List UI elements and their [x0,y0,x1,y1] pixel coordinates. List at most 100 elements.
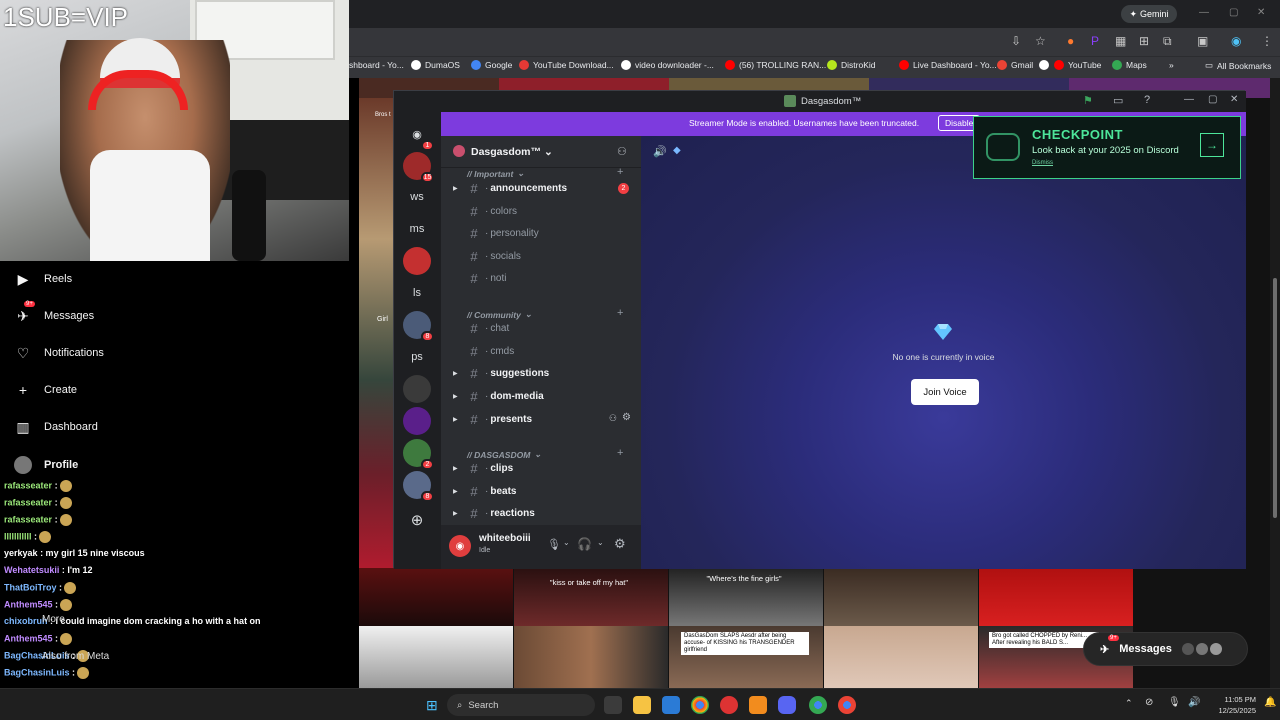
bookmark-item[interactable]: Maps [1112,60,1147,70]
video-thumbnail[interactable] [514,626,668,688]
server-icon[interactable]: 2 [403,439,434,470]
help-icon[interactable]: ? [1144,94,1150,106]
minimize-icon[interactable]: — [1184,94,1194,105]
nav-profile[interactable]: Profile [14,455,78,475]
channel-personality[interactable]: # · personality [453,224,635,242]
server-icon[interactable]: ls [403,279,431,307]
discord-home-button[interactable]: ◉ 1 [403,120,434,151]
channel-chat[interactable]: # · chat [453,319,635,337]
all-bookmarks[interactable]: ▭ All Bookmarks [1205,60,1271,71]
checkpoint-popup[interactable]: CHECKPOINT Look back at your 2025 on Dis… [973,116,1241,179]
chrome-icon[interactable] [838,696,856,714]
voice-speaker-icon[interactable]: 🔊 [653,145,667,158]
flag-icon[interactable]: ⚑ [1083,94,1093,107]
server-icon[interactable] [403,247,431,275]
channel-announcements[interactable]: ▶ # · announcements 2 [453,179,635,197]
puzzle-icon[interactable]: ⧉ [1163,34,1172,49]
create-channel-icon[interactable]: + [617,307,623,319]
channel-reactions[interactable]: ▶ # · reactions [453,504,635,522]
bookmark-item[interactable]: video downloader -... [621,60,714,70]
microphone-icon[interactable]: 🎙 [1168,697,1181,708]
extension-icon[interactable]: P [1091,34,1099,48]
bookmark-item[interactable]: shboard - Yo... [349,60,404,70]
discord-icon[interactable] [778,696,796,714]
video-thumbnail[interactable] [979,568,1133,626]
channel-dom-media[interactable]: ▶ # · dom-media [453,387,635,405]
server-icon[interactable]: ps [403,343,431,371]
channel-socials[interactable]: # · socials [453,247,635,265]
extension-icon[interactable]: ● [1067,34,1074,48]
create-channel-icon[interactable]: + [617,447,623,459]
bookmark-item[interactable]: DumaOS [411,60,460,70]
chevron-down-icon[interactable]: ⌄ [563,538,570,547]
join-voice-button[interactable]: Join Voice [911,379,979,405]
taskbar-search[interactable]: ⌕ Search [447,694,595,716]
sidepanel-icon[interactable]: ▣ [1197,34,1208,48]
page-scrollbar[interactable] [1270,78,1280,688]
chevron-icon[interactable]: » [1169,60,1174,70]
bookmark-item[interactable]: Google [471,60,512,70]
minimize-icon[interactable]: — [1199,7,1209,18]
server-header[interactable]: Dasgasdom™ ⌄ ⚇ [441,136,641,168]
server-icon[interactable]: ms [403,215,431,243]
channel-colors[interactable]: # · colors [453,202,635,220]
bookmark-item[interactable]: YouTube Download... [519,60,614,70]
file-explorer-icon[interactable] [633,696,651,714]
add-server-icon[interactable]: ⊕ [403,506,431,534]
channel-clips[interactable]: ▶ # · clips [453,459,635,477]
dismiss-link[interactable]: Dismiss [1032,160,1053,166]
add-member-icon[interactable]: ⚇ [617,145,627,158]
task-view-icon[interactable] [604,696,622,714]
channel-noti[interactable]: # · noti [453,269,635,287]
maximize-icon[interactable]: ▢ [1229,7,1238,18]
nav-reels[interactable]: ▶ Reels [14,269,73,289]
channel-category[interactable]: // Important ⌄ [467,168,524,179]
bookmark-item[interactable]: (56) TROLLING RAN... [725,60,826,70]
profile-avatar[interactable]: ◉ [1231,34,1241,48]
chrome-icon[interactable] [691,696,709,714]
server-icon[interactable]: ws [403,183,431,211]
windows-start-icon[interactable]: ⊞ [426,697,438,714]
menu-icon[interactable]: ⋮ [1261,34,1273,48]
microphone-icon[interactable]: 🎙 [547,538,561,551]
bookmark-item[interactable]: Live Dashboard - Yo... [899,60,997,70]
scrollbar-thumb[interactable] [1273,278,1277,518]
arrow-right-icon[interactable]: → [1200,133,1224,157]
bookmark-item[interactable]: YouTube [1054,60,1101,70]
app-icon[interactable] [720,696,738,714]
maximize-icon[interactable]: ▢ [1208,94,1217,105]
also-from-meta[interactable]: Also from Meta [42,651,109,662]
more-menu[interactable]: More [42,614,65,625]
video-thumbnail[interactable] [824,626,978,688]
settings-gear-icon[interactable]: ⚙ [614,536,626,552]
server-icon[interactable]: 15 [403,152,434,183]
server-icon[interactable] [403,375,431,403]
bookmark-item[interactable]: Gmail [997,60,1033,70]
channel-presents[interactable]: ▶ # · presents ⚇ ⚙ [453,410,635,428]
channel-settings-icon[interactable]: ⚙ [622,412,631,423]
chevron-down-icon[interactable]: ⌄ [597,538,604,547]
close-icon[interactable]: ✕ [1257,7,1265,18]
bookmark-item[interactable]: DistroKid [827,60,875,70]
taskbar-clock[interactable]: 11:05 PM 12/25/2025 [1218,694,1256,716]
channel-beats[interactable]: ▶ # · beats [453,482,635,500]
chevron-up-icon[interactable]: ⌃ [1125,698,1133,709]
app-icon[interactable] [749,696,767,714]
store-icon[interactable] [662,696,680,714]
speaker-icon[interactable]: 🔊 [1188,697,1200,708]
notification-icon[interactable]: 🔔 [1264,697,1276,708]
network-icon[interactable]: ⊘ [1145,697,1153,708]
video-thumbnail[interactable] [824,568,978,626]
channel-cmds[interactable]: # · cmds [453,342,635,360]
invite-icon[interactable]: ⚇ [609,413,617,424]
video-thumbnail[interactable] [359,626,513,688]
server-icon[interactable]: 8 [403,311,434,342]
video-thumbnail[interactable] [514,568,668,626]
video-thumbnail[interactable] [359,568,513,626]
chrome-icon[interactable] [809,696,827,714]
inbox-icon[interactable]: ▭ [1113,94,1123,107]
headphones-icon[interactable]: 🎧 [577,537,592,551]
server-icon[interactable]: 8 [403,471,434,502]
channel-suggestions[interactable]: ▶ # · suggestions [453,364,635,382]
gemini-button[interactable]: ✦ Gemini [1121,5,1177,23]
